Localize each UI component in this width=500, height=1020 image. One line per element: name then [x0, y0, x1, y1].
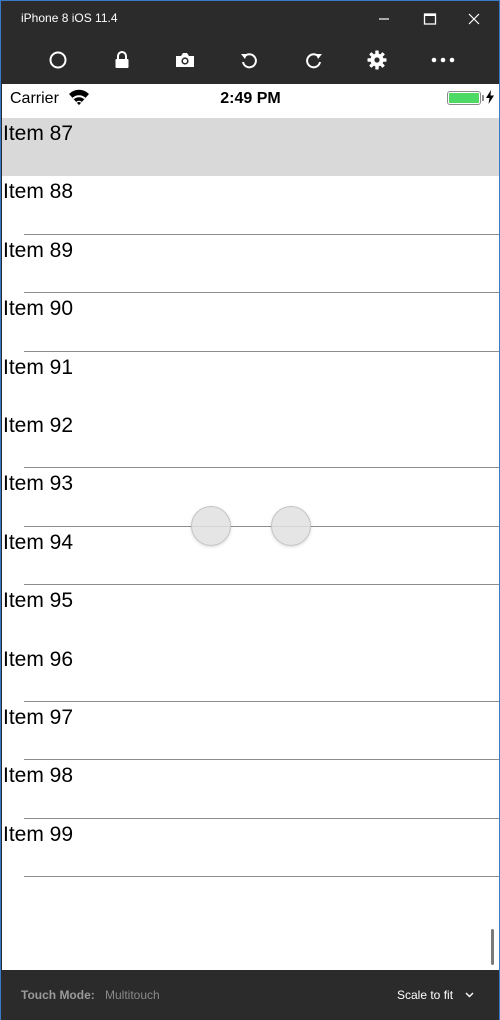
scale-dropdown[interactable]: Scale to fit [397, 988, 453, 1002]
chevron-down-icon[interactable] [465, 992, 474, 998]
list-item-label: Item 92 [3, 413, 74, 437]
scroll-indicator[interactable] [491, 929, 494, 965]
list-item[interactable]: Item 87 [2, 118, 499, 177]
touch-point-2[interactable] [271, 506, 311, 546]
list-item-label: Item 90 [3, 297, 74, 321]
list-item-label: Item 97 [3, 705, 74, 729]
minimize-button[interactable] [369, 5, 399, 33]
status-bar: Carrier 2:49 PM [2, 84, 499, 118]
home-button[interactable] [42, 45, 74, 75]
rotate-right-icon [306, 53, 322, 69]
device-screen[interactable]: Carrier 2:49 PM Item 87 Item 88 Item 89 Ite… [2, 84, 499, 970]
touch-point-1[interactable] [191, 506, 231, 546]
list-item[interactable]: Item 89 [2, 234, 499, 294]
bottom-bar: Touch Mode: Multitouch Scale to fit [1, 970, 499, 1020]
camera-icon [176, 53, 194, 67]
minimize-icon [379, 18, 389, 20]
close-button[interactable] [459, 5, 489, 33]
simulator-window: iPhone 8 iOS 11.4 Carrier 2:49 PM Item 8… [0, 0, 500, 1020]
list-item[interactable]: Item 97 [2, 701, 499, 761]
home-icon [49, 51, 67, 69]
list-item-label: Item 96 [3, 647, 74, 671]
list-item[interactable]: Item 99 [2, 818, 499, 878]
list-item-label: Item 95 [3, 589, 74, 613]
list-item[interactable]: Item 96 [2, 643, 499, 702]
battery-icon [447, 91, 481, 105]
list-item-label: Item 87 [3, 122, 74, 145]
list-item[interactable]: Item 95 [2, 585, 499, 644]
list-item-label: Item 88 [3, 180, 74, 204]
row-separator [24, 876, 499, 878]
list-item[interactable]: Item 93 [2, 468, 499, 527]
touch-mode-label: Touch Mode: [21, 988, 95, 1002]
item-list[interactable]: Item 87 Item 88 Item 89 Item 90 Item 91 Item … [2, 118, 499, 970]
list-item[interactable]: Item 91 [2, 351, 499, 410]
more-icon [431, 57, 455, 63]
lock-button[interactable] [106, 45, 138, 75]
list-item-label: Item 98 [3, 764, 74, 788]
list-item-label: Item 91 [3, 355, 74, 379]
touch-mode-value[interactable]: Multitouch [105, 988, 160, 1002]
rotate-left-button[interactable] [233, 45, 265, 75]
list-item[interactable]: Item 98 [2, 760, 499, 819]
maximize-icon [423, 13, 437, 25]
list-item-label: Item 93 [3, 472, 74, 496]
list-item-label: Item 89 [3, 238, 74, 262]
window-title: iPhone 8 iOS 11.4 [21, 11, 118, 25]
battery-level [449, 93, 479, 103]
list-item-label: Item 99 [3, 822, 74, 846]
status-time: 2:49 PM [220, 90, 281, 107]
maximize-button[interactable] [415, 5, 445, 33]
simulator-toolbar [1, 37, 499, 83]
list-item[interactable]: Item 88 [2, 176, 499, 235]
list-item[interactable]: Item 94 [2, 526, 499, 586]
title-bar: iPhone 8 iOS 11.4 [1, 1, 499, 37]
rotate-left-icon [241, 53, 257, 69]
close-icon [468, 13, 480, 25]
gear-icon [367, 50, 387, 70]
screenshot-button[interactable] [169, 45, 201, 75]
more-button[interactable] [427, 45, 459, 75]
lock-icon [115, 51, 129, 68]
list-item[interactable]: Item 90 [2, 293, 499, 352]
settings-button[interactable] [361, 45, 393, 75]
battery-cap [482, 95, 484, 101]
list-item-label: Item 94 [3, 530, 74, 554]
list-item[interactable]: Item 92 [2, 409, 499, 469]
charging-bolt-icon [486, 90, 494, 104]
rotate-right-button[interactable] [298, 45, 330, 75]
